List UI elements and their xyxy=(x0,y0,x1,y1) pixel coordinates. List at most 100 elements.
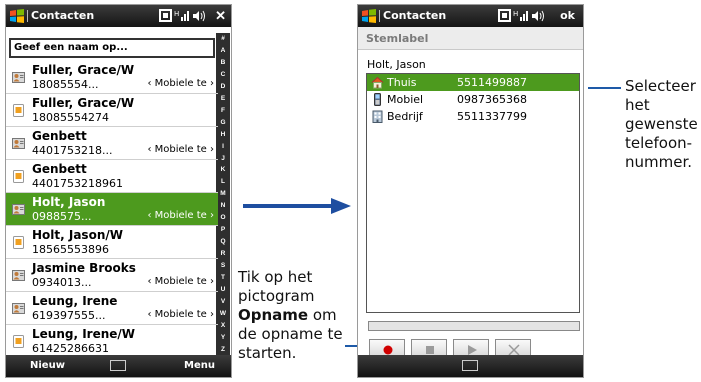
app-title: Contacten xyxy=(31,9,95,22)
alphabet-index-letter[interactable]: K xyxy=(216,166,230,173)
contact-list-item[interactable]: Jasmine Brooks 0934013... ‹ Mobiele te › xyxy=(6,259,218,292)
alphabet-index-letter[interactable]: A xyxy=(216,47,230,54)
alphabet-index-letter[interactable]: C xyxy=(216,71,230,78)
svg-text:H: H xyxy=(174,10,179,18)
number-type-selector[interactable]: ‹ Mobiele te › xyxy=(147,78,214,89)
alphabet-index-letter[interactable]: Z xyxy=(216,346,230,353)
contact-number: 18085554274 xyxy=(32,111,109,124)
alphabet-index-letter[interactable]: S xyxy=(216,262,230,269)
record-instruction-callout: Tik op het pictogram Opname om de opname… xyxy=(238,268,343,363)
signal-icon: H xyxy=(174,10,189,21)
name-search-input[interactable]: Geef een naam op... xyxy=(9,38,215,58)
alphabet-index-letter[interactable]: E xyxy=(216,95,230,102)
contact-name: Jasmine Brooks xyxy=(32,261,136,275)
contact-list-item[interactable]: Leung, Irene 619397555... ‹ Mobiele te › xyxy=(6,292,218,325)
contact-name: Genbett xyxy=(32,129,87,143)
alphabet-index-letter[interactable]: U xyxy=(216,286,230,293)
alphabet-index-letter[interactable]: W xyxy=(216,310,230,317)
softkey-bar xyxy=(358,355,583,377)
alphabet-index-letter[interactable]: J xyxy=(216,155,230,162)
contact-list-item[interactable]: Fuller, Grace/W 18085554274 xyxy=(6,94,218,127)
title-bar: Contacten H ok xyxy=(358,5,583,27)
callout-line: om xyxy=(308,306,337,324)
phone-number-list: Thuis 5511499887 Mobiel 0987365368 Bedrijf 55… xyxy=(366,73,580,313)
title-separator xyxy=(27,10,28,22)
phone-number-item[interactable]: Bedrijf 5511337799 xyxy=(367,108,579,125)
alphabet-index-letter[interactable]: V xyxy=(216,298,230,305)
connectivity-icon xyxy=(498,9,511,22)
alphabet-index-letter[interactable]: Y xyxy=(216,334,230,341)
number-value: 0987365368 xyxy=(457,93,527,106)
alphabet-index-letter[interactable]: L xyxy=(216,178,230,185)
alphabet-index-bar[interactable]: # A B C D E F G H I J K L M N O P Q R S T U V W X Y Z xyxy=(216,33,230,355)
contact-number: 0934013... xyxy=(32,276,92,289)
number-type-selector[interactable]: ‹ Mobiele te › xyxy=(147,144,214,155)
connectivity-icon xyxy=(159,9,172,22)
softkey-menu[interactable]: Menu xyxy=(184,360,215,371)
flow-arrow-icon xyxy=(243,198,351,214)
contact-number: 0988575... xyxy=(32,210,92,223)
contact-number: 18085554... xyxy=(32,78,99,91)
alphabet-index-letter[interactable]: F xyxy=(216,107,230,114)
close-icon[interactable]: ✕ xyxy=(215,8,226,24)
alphabet-index-letter[interactable]: # xyxy=(216,35,230,42)
contact-card-icon xyxy=(12,302,25,315)
mobile-icon xyxy=(371,93,384,106)
alphabet-index-letter[interactable]: I xyxy=(216,143,230,150)
contact-list-item[interactable]: Holt, Jason/W 18565553896 xyxy=(6,226,218,259)
ok-button[interactable]: ok xyxy=(560,9,575,22)
number-value: 5511499887 xyxy=(457,76,527,89)
contact-number: 18565553896 xyxy=(32,243,109,256)
number-type-selector[interactable]: ‹ Mobiele te › xyxy=(147,309,214,320)
contact-list-item[interactable]: Genbett 4401753218... ‹ Mobiele te › xyxy=(6,127,218,160)
alphabet-index-letter[interactable]: T xyxy=(216,274,230,281)
office-icon xyxy=(371,110,384,123)
contact-card-icon xyxy=(12,137,25,150)
contact-name: Holt, Jason/W xyxy=(32,228,123,242)
keyboard-icon[interactable] xyxy=(110,360,126,371)
contact-list: Fuller, Grace/W 18085554... ‹ Mobiele te ›… xyxy=(6,61,218,358)
windows-start-icon[interactable] xyxy=(9,8,25,24)
softkey-bar: Nieuw Menu xyxy=(6,355,231,377)
phone-number-item[interactable]: Mobiel 0987365368 xyxy=(367,91,579,108)
alphabet-index-letter[interactable]: G xyxy=(216,119,230,126)
alphabet-index-letter[interactable]: B xyxy=(216,59,230,66)
contact-list-item[interactable]: Holt, Jason 0988575... ‹ Mobiele te › xyxy=(6,193,218,226)
callout-emphasis: Opname xyxy=(238,306,309,324)
alphabet-index-letter[interactable]: M xyxy=(216,190,230,197)
callout-line: telefoon- xyxy=(625,134,693,152)
contact-number: 4401753218961 xyxy=(32,177,123,190)
voice-tag-screen: Contacten H ok Stemlabel Holt, Jason Thu… xyxy=(357,4,584,378)
callout-line: gewenste xyxy=(625,115,698,133)
softkey-new[interactable]: Nieuw xyxy=(30,360,65,371)
keyboard-icon[interactable] xyxy=(462,360,478,371)
contacts-list-screen: Contacten H ✕ Geef een naam op... # A B C D E… xyxy=(5,4,232,378)
contact-list-item[interactable]: Leung, Irene/W 61425286631 xyxy=(6,325,218,358)
contact-list-item[interactable]: Fuller, Grace/W 18085554... ‹ Mobiele te › xyxy=(6,61,218,94)
alphabet-index-letter[interactable]: R xyxy=(216,250,230,257)
number-type-selector[interactable]: ‹ Mobiele te › xyxy=(147,210,214,221)
contact-sim-icon xyxy=(12,170,25,183)
alphabet-index-letter[interactable]: Q xyxy=(216,238,230,245)
contact-sim-icon xyxy=(12,104,25,117)
alphabet-index-letter[interactable]: N xyxy=(216,202,230,209)
contact-sim-icon xyxy=(12,335,25,348)
phone-number-item[interactable]: Thuis 5511499887 xyxy=(367,74,579,91)
windows-start-icon[interactable] xyxy=(361,8,377,24)
contact-name: Leung, Irene xyxy=(32,294,118,308)
alphabet-index-letter[interactable]: O xyxy=(216,214,230,221)
alphabet-index-letter[interactable]: H xyxy=(216,131,230,138)
number-value: 5511337799 xyxy=(457,110,527,123)
number-type-label: Bedrijf xyxy=(387,110,423,123)
number-type-selector[interactable]: ‹ Mobiele te › xyxy=(147,276,214,287)
alphabet-index-letter[interactable]: P xyxy=(216,226,230,233)
callout-line: pictogram xyxy=(238,287,315,305)
contact-list-item[interactable]: Genbett 4401753218961 xyxy=(6,160,218,193)
number-type-label: Thuis xyxy=(387,76,417,89)
alphabet-index-letter[interactable]: D xyxy=(216,83,230,90)
svg-text:H: H xyxy=(513,10,518,18)
alphabet-index-letter[interactable]: X xyxy=(216,322,230,329)
recording-progress-bar xyxy=(368,321,580,331)
home-icon xyxy=(371,76,384,89)
title-bar: Contacten H ✕ xyxy=(6,5,231,27)
